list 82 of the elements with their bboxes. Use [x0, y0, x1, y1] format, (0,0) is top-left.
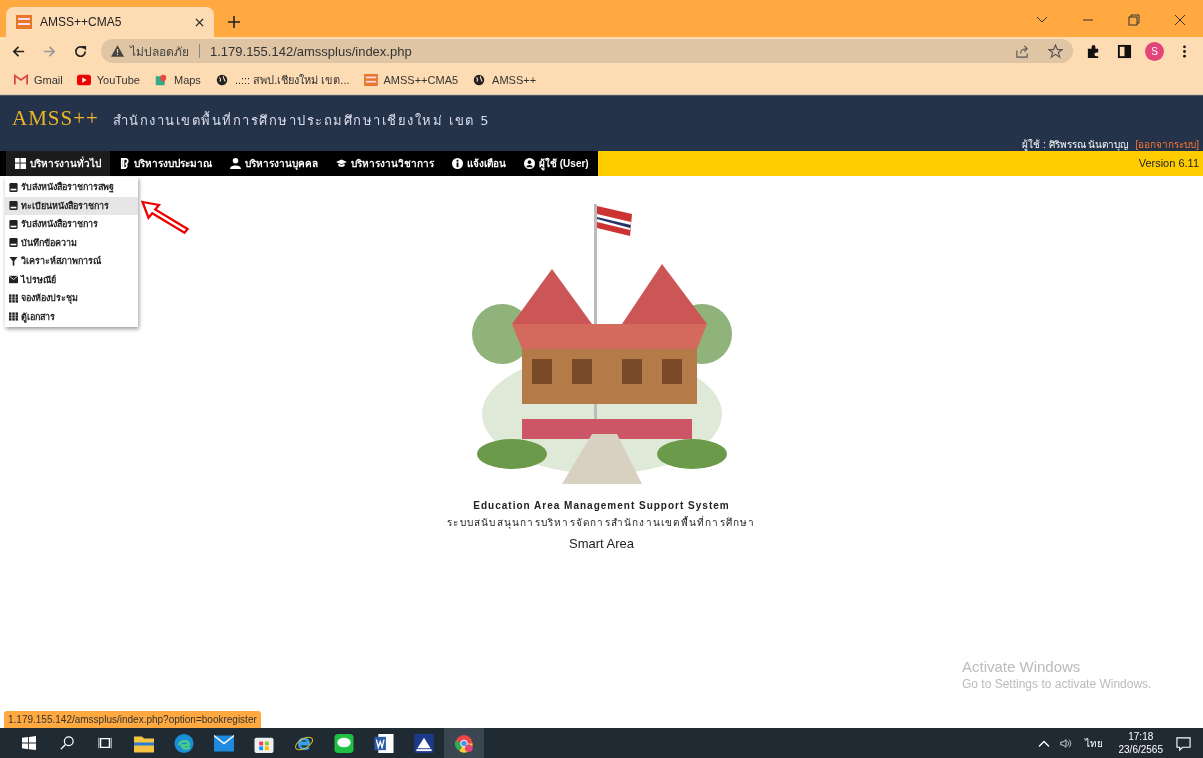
reload-icon[interactable]: [73, 43, 88, 59]
mail-icon: [14, 73, 28, 86]
nav-menu-item[interactable]: บริหารงานบุคคล: [221, 151, 327, 176]
profile-avatar[interactable]: S: [1145, 41, 1164, 61]
close-icon[interactable]: [1174, 14, 1186, 26]
url-text: 1.179.155.142/amssplus/index.php: [210, 43, 412, 59]
clock[interactable]: 17:18 23/6/2565: [1118, 730, 1163, 756]
site-logo-text: AMSS++: [12, 106, 99, 131]
play-icon: [76, 73, 91, 86]
system-subtitle: ระบบสนับสนุนการบริหารจัดการสำนักงานเขตพื้นที่การศึกษา: [447, 515, 756, 530]
bookmark[interactable]: AMSS++CMA5: [363, 73, 459, 86]
dropdown-menu-item[interactable]: ตู้เอกสาร: [5, 307, 138, 326]
version-label: Version 6.11: [1137, 156, 1200, 171]
book-icon: [9, 238, 18, 248]
user-circle-icon: [524, 158, 535, 169]
bookmark[interactable]: ..::: สพป.เชียงใหม่ เขต...: [214, 70, 350, 89]
warning-icon: [111, 45, 124, 57]
graduation-cap-icon: [336, 158, 347, 169]
speaker-icon[interactable]: [1059, 737, 1072, 749]
filter-icon: [9, 256, 18, 266]
side-panel-icon[interactable]: [1117, 43, 1132, 59]
book-icon: [9, 182, 18, 192]
site-logo-icon: [16, 15, 32, 29]
new-tab-icon[interactable]: [228, 16, 240, 28]
dropdown-menu-item[interactable]: ทะเบียนหนังสือราชการ: [5, 196, 138, 215]
status-url-tooltip: 1.179.155.142/amssplus/index.php?option=bookregister: [4, 711, 261, 728]
system-title: Education Area Management Support System: [473, 500, 730, 511]
globe-icon: [472, 73, 487, 86]
nav-menu-item[interactable]: บริหารงานทั่วไป: [6, 151, 110, 176]
nav-menu-item[interactable]: บริหารงบประมาณ: [110, 151, 221, 176]
share-icon[interactable]: [1015, 43, 1030, 59]
nav-menu-item[interactable]: บริหารงานวิชาการ: [327, 151, 443, 176]
organization-name: สำนักงานเขตพื้นที่การศึกษาประถมศึกษาเชียงใหม่ เขต 5: [112, 110, 490, 130]
dropdown-menu-item[interactable]: รับส่งหนังสือราชการสพฐ: [5, 178, 138, 197]
notification-icon[interactable]: [1176, 735, 1191, 751]
grid-icon: [9, 293, 18, 303]
user-icon: [230, 158, 241, 169]
nav-menu-item[interactable]: แจ้งเตือน: [443, 151, 515, 176]
grid-icon: [9, 312, 18, 322]
annotation-arrow: [141, 200, 189, 234]
puzzle-icon[interactable]: [1086, 43, 1101, 59]
restore-icon[interactable]: [1128, 14, 1140, 26]
envelope-icon: [9, 275, 18, 285]
bookmark[interactable]: YouTube: [76, 73, 140, 86]
windows-start-icon[interactable]: [22, 736, 36, 750]
bookmark[interactable]: AMSS++: [472, 73, 537, 86]
scanner-icon: [414, 733, 434, 753]
browser-icon: [454, 733, 474, 753]
star-icon[interactable]: [1048, 43, 1063, 59]
dropdown-menu-item[interactable]: วิเคราะห์สภาพการณ์: [5, 252, 138, 271]
dropdown-menu-item[interactable]: จองห้องประชุม: [5, 289, 138, 308]
dropdown-menu-item[interactable]: บันทึกข้อความ: [5, 233, 138, 252]
map-pin-icon: [153, 73, 168, 86]
globe-icon: [214, 73, 229, 86]
language-indicator[interactable]: ไทย: [1084, 735, 1103, 751]
activation-title: Activate Windows: [962, 658, 1082, 675]
activation-hint: Go to Settings to activate Windows.: [962, 677, 1152, 691]
bookmark[interactable]: Maps: [153, 73, 201, 86]
book-icon: [9, 219, 18, 229]
system-tagline: Smart Area: [569, 536, 634, 551]
search-icon[interactable]: [60, 736, 74, 750]
envelope-icon: [214, 733, 234, 753]
logout-link[interactable]: [ออกจากระบบ]: [1135, 137, 1199, 152]
bitcoin-icon: [119, 158, 130, 169]
site-logo-icon: [363, 73, 378, 86]
dropdown-menu-item[interactable]: รับส่งหนังสือราชการ: [5, 215, 138, 234]
document-w-icon: [374, 733, 394, 753]
dropdown-menu-item[interactable]: ไปรษณีย์: [5, 270, 138, 289]
task-view-icon[interactable]: [98, 736, 112, 750]
close-icon[interactable]: [195, 17, 204, 27]
security-label: ไม่ปลอดภัย: [130, 43, 189, 61]
user-name: ผู้ใช้ : ศิริพรรณ นันตาบุญ: [1022, 138, 1130, 152]
address-bar[interactable]: ไม่ปลอดภัย 1.179.155.142/amssplus/index.php: [101, 39, 1073, 63]
info-icon: [452, 158, 463, 169]
chat-bubble-icon: [334, 733, 354, 753]
book-icon: [9, 201, 18, 211]
swirl-icon: [174, 733, 194, 753]
browser-tab[interactable]: AMSS++CMA5: [6, 7, 214, 37]
nav-menu-item[interactable]: ผู้ใช้ (User): [515, 151, 598, 176]
taskbar-app[interactable]: [444, 728, 484, 758]
windows-grid-icon: [15, 158, 26, 169]
bookmark[interactable]: Gmail: [14, 73, 63, 86]
